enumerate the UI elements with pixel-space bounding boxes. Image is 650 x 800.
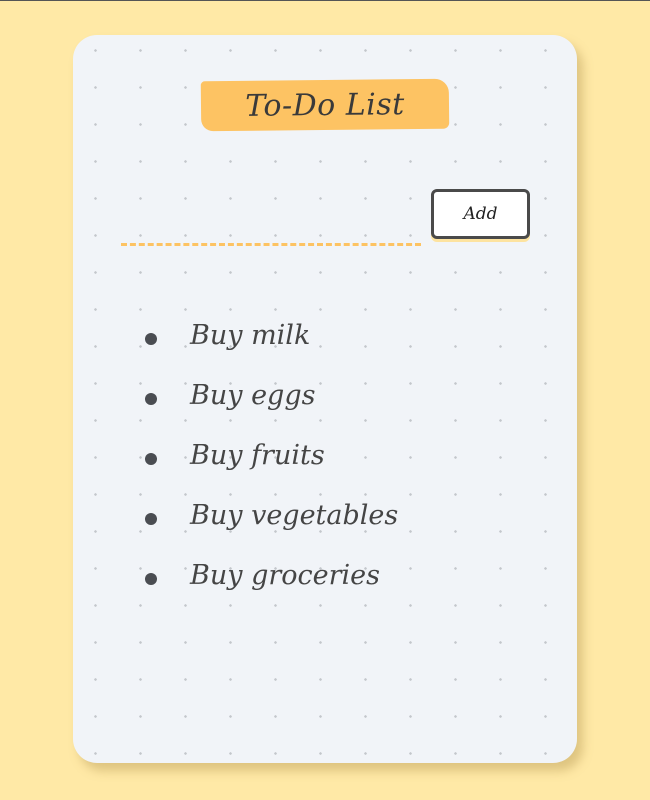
add-button[interactable]: Add [431, 189, 530, 239]
page-background: To-Do List Add Buy milk Buy eggs Buy fru… [0, 0, 650, 800]
list-item-label: Buy eggs [190, 380, 316, 411]
list-item[interactable]: Buy groceries [135, 558, 398, 618]
list-item[interactable]: Buy eggs [135, 378, 398, 438]
task-input[interactable] [121, 203, 421, 237]
bullet-icon [145, 333, 157, 345]
list-item-label: Buy milk [190, 320, 311, 351]
bullet-icon [145, 573, 157, 585]
bullet-icon [145, 513, 157, 525]
list-item-label: Buy groceries [190, 560, 380, 591]
list-item[interactable]: Buy fruits [135, 438, 398, 498]
list-item-label: Buy fruits [190, 440, 325, 471]
list-item[interactable]: Buy vegetables [135, 498, 398, 558]
page-title: To-Do List [245, 86, 405, 124]
title-highlight: To-Do List [200, 78, 450, 132]
bullet-icon [145, 453, 157, 465]
todo-list: Buy milk Buy eggs Buy fruits Buy vegetab… [135, 318, 398, 618]
task-input-underline [121, 243, 421, 246]
list-item-label: Buy vegetables [190, 500, 399, 531]
list-item[interactable]: Buy milk [135, 318, 398, 378]
bullet-icon [145, 393, 157, 405]
todo-card: To-Do List Add Buy milk Buy eggs Buy fru… [73, 35, 577, 763]
